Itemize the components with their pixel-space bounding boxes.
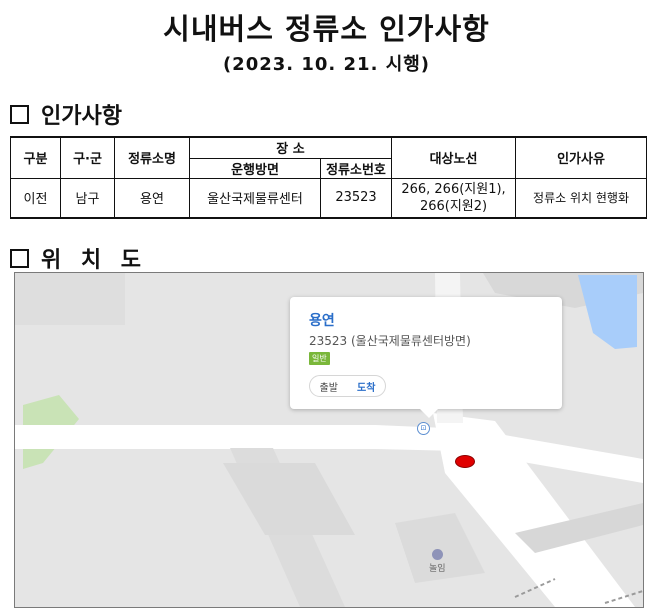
cell-division: 이전 (10, 177, 61, 219)
cell-reason: 정류소 위치 현행화 (515, 177, 648, 219)
section-permit-label: 인가사항 (41, 104, 122, 129)
stop-info-popup[interactable]: 용연 23523 (울산국제물류센터방면) 일반 출발 도착 (290, 297, 562, 418)
arrive-button[interactable]: 도착 (357, 379, 375, 394)
header-division: 구분 (10, 136, 61, 179)
document-title: 시내버스 정류소 인가사항 (163, 12, 490, 46)
header-direction: 운행방면 (189, 157, 321, 179)
stop-location-marker[interactable] (455, 455, 475, 468)
poi-label: 놀임 (429, 564, 446, 574)
section-location-heading: 위 치 도 (10, 242, 147, 274)
header-stop-number: 정류소번호 (319, 157, 393, 179)
header-district: 구·군 (60, 136, 115, 179)
routes-line-2: 266(지원2) (419, 198, 488, 214)
routes-line-1: 266, 266(지원1), (401, 181, 506, 197)
permit-table: 구분 구·군 정류소명 장 소 대상노선 인가사유 운행방면 정류소번호 이전 … (10, 136, 648, 219)
cell-stop-name: 용연 (114, 177, 190, 219)
depart-button[interactable]: 출발 (320, 379, 338, 394)
popup-pointer (420, 409, 438, 418)
section-permit-heading: 인가사항 (10, 98, 122, 130)
section-location-label: 위 치 도 (41, 248, 148, 273)
popup-stop-name: 용연 (309, 313, 335, 329)
poi-icon[interactable] (432, 549, 443, 560)
cell-routes: 266, 266(지원1), 266(지원2) (391, 177, 517, 219)
cell-stop-number: 23523 (319, 177, 393, 219)
cell-district: 남구 (60, 177, 115, 219)
square-bullet-icon (10, 104, 29, 124)
table-row: 이전 남구 용연 울산국제물류센터 23523 266, 266(지원1), 2… (10, 177, 648, 219)
cell-direction: 울산국제물류센터 (189, 177, 321, 219)
effective-date: (2023. 10. 21. 시행) (222, 54, 431, 75)
header-routes: 대상노선 (391, 136, 517, 179)
square-bullet-icon (10, 248, 29, 268)
header-reason: 인가사유 (515, 136, 648, 179)
popup-route-buttons: 출발 도착 (309, 375, 386, 397)
popup-type-badge: 일반 (309, 352, 330, 365)
header-stop-name: 정류소명 (114, 136, 190, 179)
location-map[interactable]: ⊡ 놀임 용연 23523 (울산국제물류센터방면) 일반 출발 도착 (14, 272, 644, 608)
bus-stop-icon[interactable]: ⊡ (417, 422, 430, 435)
popup-stop-detail: 23523 (울산국제물류센터방면) (309, 334, 471, 348)
header-place: 장 소 (188, 136, 393, 159)
